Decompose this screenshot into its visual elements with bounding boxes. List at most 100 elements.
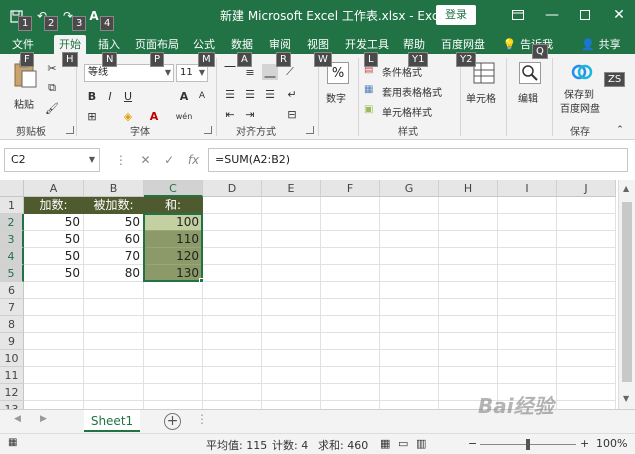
cell-b3[interactable]: 60 (84, 231, 144, 248)
wrap-text-icon[interactable]: ↵ (284, 86, 300, 102)
page-layout-view-icon[interactable]: ▭ (398, 437, 408, 450)
cell-c6[interactable] (144, 282, 203, 299)
cell-a8[interactable] (24, 316, 84, 333)
cell-j7[interactable] (557, 299, 616, 316)
copy-icon[interactable]: ⧉ (44, 80, 60, 96)
cell-b6[interactable] (84, 282, 144, 299)
cell-d3[interactable] (203, 231, 262, 248)
ribbon-display-icon[interactable] (506, 4, 530, 26)
cell-e9[interactable] (262, 333, 321, 350)
zoom-out-icon[interactable]: − (468, 437, 477, 450)
confirm-icon[interactable]: ✓ (164, 153, 174, 167)
cell-g7[interactable] (380, 299, 439, 316)
cell-j6[interactable] (557, 282, 616, 299)
cell-j5[interactable] (557, 265, 616, 282)
column-header-e[interactable]: E (262, 180, 321, 197)
paste-button[interactable]: 粘贴 (10, 60, 40, 116)
cell-f3[interactable] (321, 231, 380, 248)
zoom-level[interactable]: 100% (596, 437, 627, 450)
cell-f7[interactable] (321, 299, 380, 316)
cell-i6[interactable] (498, 282, 557, 299)
cell-b11[interactable] (84, 367, 144, 384)
cell-g12[interactable] (380, 384, 439, 401)
cell-c13[interactable] (144, 401, 203, 409)
cell-i9[interactable] (498, 333, 557, 350)
zoom-slider-thumb[interactable] (526, 439, 530, 450)
cell-a1[interactable]: 加数: (24, 197, 84, 214)
select-all-corner[interactable] (0, 180, 24, 197)
row-header-5[interactable]: 5 (0, 265, 24, 282)
cell-i2[interactable] (498, 214, 557, 231)
cell-d6[interactable] (203, 282, 262, 299)
cell-b5[interactable]: 80 (84, 265, 144, 282)
cell-b13[interactable] (84, 401, 144, 409)
row-header-6[interactable]: 6 (0, 282, 24, 299)
row-header-1[interactable]: 1 (0, 197, 24, 214)
collapse-ribbon-icon[interactable]: ⌃ (612, 122, 628, 138)
align-right-icon[interactable]: ☰ (262, 86, 278, 102)
zoom-in-icon[interactable]: + (580, 437, 589, 450)
cell-b9[interactable] (84, 333, 144, 350)
cell-i1[interactable] (498, 197, 557, 214)
cell-d13[interactable] (203, 401, 262, 409)
column-header-j[interactable]: J (557, 180, 616, 197)
cell-h1[interactable] (439, 197, 498, 214)
font-color-icon[interactable]: A (146, 108, 162, 124)
row-header-9[interactable]: 9 (0, 333, 24, 350)
phonetic-icon[interactable]: wén (176, 108, 193, 124)
cell-j12[interactable] (557, 384, 616, 401)
column-header-g[interactable]: G (380, 180, 439, 197)
formula-input[interactable]: =SUM(A2:B2) (208, 148, 628, 172)
cell-e12[interactable] (262, 384, 321, 401)
cell-d5[interactable] (203, 265, 262, 282)
cell-h2[interactable] (439, 214, 498, 231)
cell-f4[interactable] (321, 248, 380, 265)
cell-i10[interactable] (498, 350, 557, 367)
cell-c12[interactable] (144, 384, 203, 401)
alignment-launcher-icon[interactable] (306, 126, 314, 134)
cell-g5[interactable] (380, 265, 439, 282)
cell-a12[interactable] (24, 384, 84, 401)
row-header-2[interactable]: 2 (0, 214, 24, 231)
vertical-scrollbar[interactable]: ▲ ▼ (618, 180, 635, 409)
column-header-a[interactable]: A (24, 180, 84, 197)
cell-d11[interactable] (203, 367, 262, 384)
prev-sheet-icon[interactable]: ◀ (14, 414, 21, 424)
column-header-f[interactable]: F (321, 180, 380, 197)
column-header-c[interactable]: C (144, 180, 203, 197)
cell-h11[interactable] (439, 367, 498, 384)
cell-d4[interactable] (203, 248, 262, 265)
worksheet-grid[interactable]: A B C D E F G H I J 1 加数: 被加数: 和: 2 50 50 100 3 50 60 110 4 50 7… (0, 180, 618, 409)
cell-g11[interactable] (380, 367, 439, 384)
merge-center-icon[interactable]: ⊟ (284, 106, 300, 122)
normal-view-icon[interactable]: ▦ (380, 437, 390, 450)
align-top-icon[interactable]: ⎺ (222, 64, 238, 80)
cell-c4[interactable]: 120 (144, 248, 203, 265)
font-launcher-icon[interactable] (204, 126, 212, 134)
cell-g3[interactable] (380, 231, 439, 248)
cell-h13[interactable] (439, 401, 498, 409)
save-to-baidu-button[interactable]: 保存到 百度网盘 (558, 58, 606, 118)
clipboard-launcher-icon[interactable] (66, 126, 74, 134)
add-sheet-icon[interactable]: + (164, 413, 181, 430)
cell-i12[interactable] (498, 384, 557, 401)
format-painter-icon[interactable]: 🖌 (44, 100, 60, 116)
cell-e11[interactable] (262, 367, 321, 384)
cell-g9[interactable] (380, 333, 439, 350)
cell-b7[interactable] (84, 299, 144, 316)
cell-b4[interactable]: 70 (84, 248, 144, 265)
cell-g6[interactable] (380, 282, 439, 299)
column-header-h[interactable]: H (439, 180, 498, 197)
cell-g2[interactable] (380, 214, 439, 231)
row-header-11[interactable]: 11 (0, 367, 24, 384)
cell-c10[interactable] (144, 350, 203, 367)
italic-button[interactable]: I (102, 88, 118, 104)
minimize-icon[interactable]: — (540, 4, 564, 26)
cell-c5[interactable]: 130 (144, 265, 203, 282)
editing-button[interactable]: 编辑 (512, 60, 548, 116)
cell-f1[interactable] (321, 197, 380, 214)
cell-g8[interactable] (380, 316, 439, 333)
column-header-b[interactable]: B (84, 180, 144, 197)
cell-a10[interactable] (24, 350, 84, 367)
cell-i5[interactable] (498, 265, 557, 282)
